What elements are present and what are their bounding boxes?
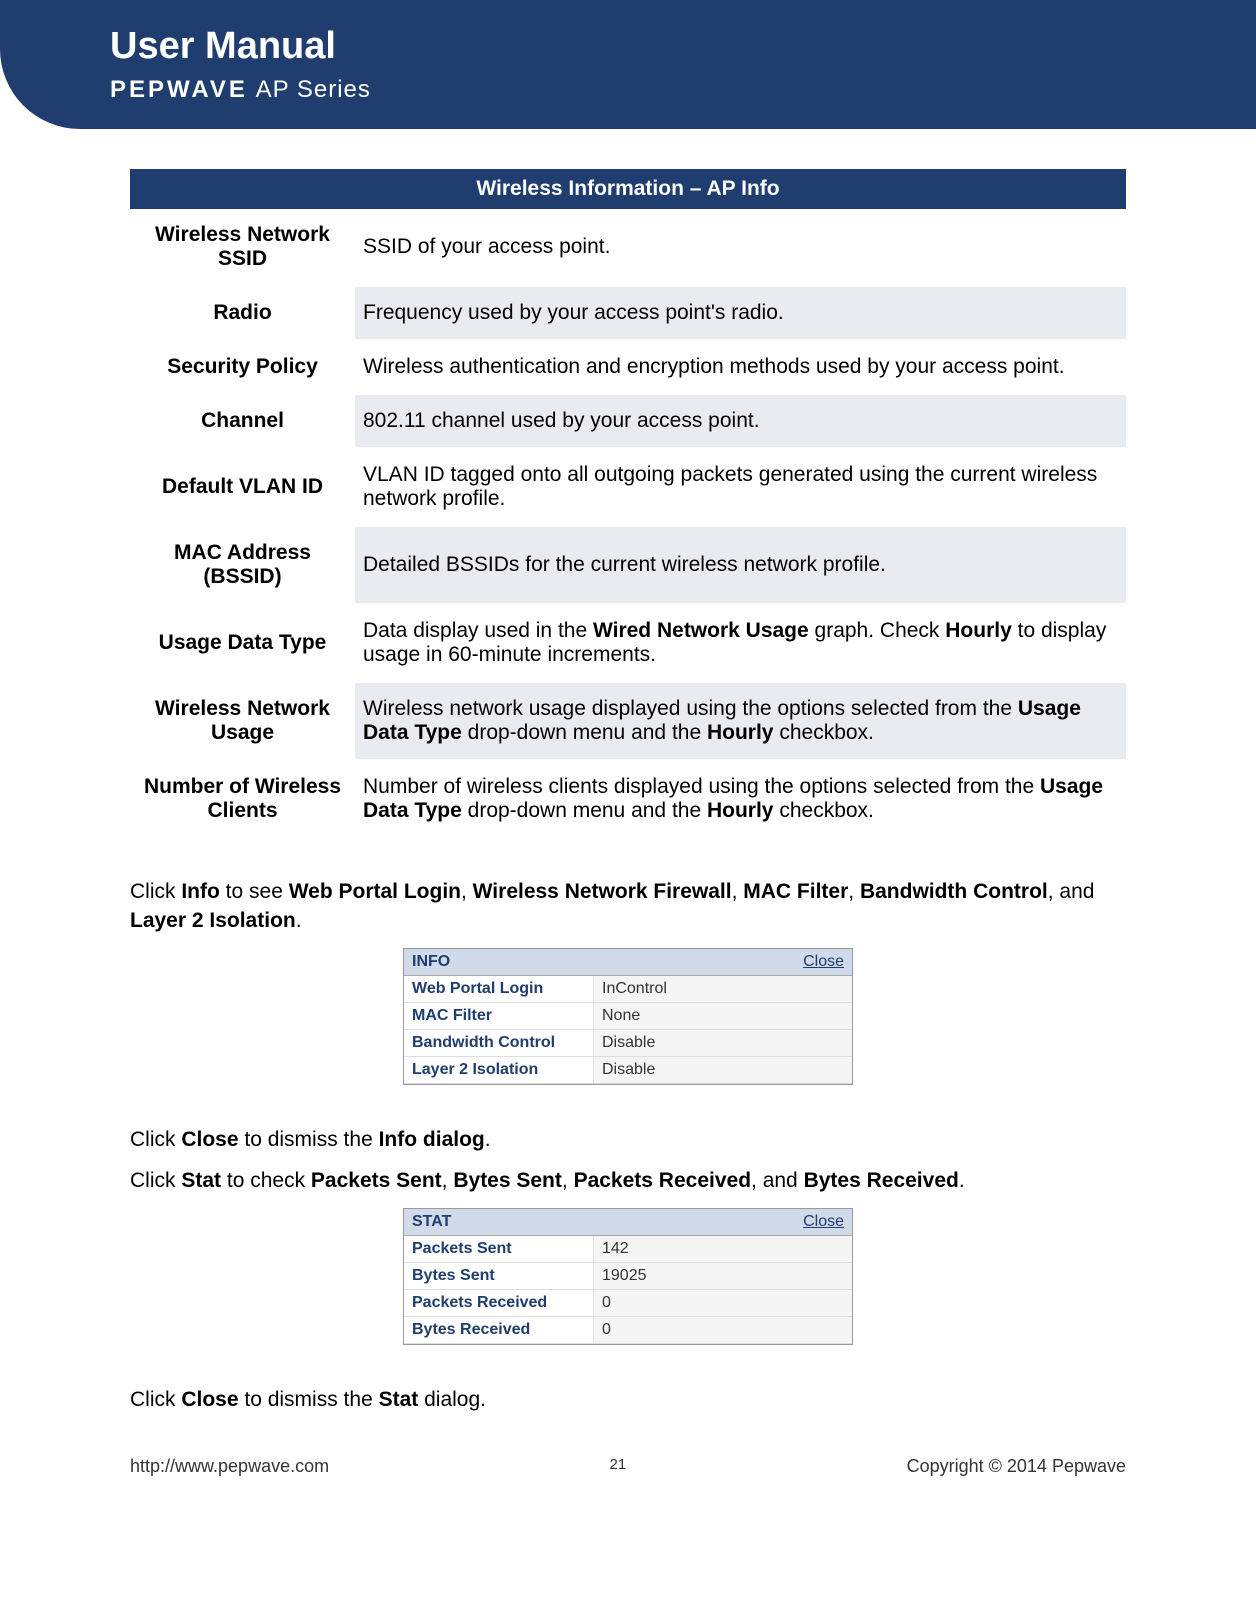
body-paragraph: Click Stat to check Packets Sent, Bytes … [130,1166,1126,1195]
dialog-key: Bytes Received [404,1317,594,1343]
close-link[interactable]: Close [803,953,844,971]
dialog-val: InControl [594,976,852,1002]
body-paragraph: Click Close to dismiss the Info dialog. [130,1125,1126,1154]
row-label: MAC Address (BSSID) [130,527,355,603]
dialog-title: STAT [412,1213,451,1231]
row-label: Channel [130,395,355,447]
row-desc: Data display used in the Wired Network U… [355,605,1126,681]
dialog-val: 142 [594,1236,852,1262]
row-label: Usage Data Type [130,605,355,681]
footer-copyright: Copyright © 2014 Pepwave [907,1456,1126,1477]
dialog-title: INFO [412,953,450,971]
info-dialog: INFO Close Web Portal LoginInControl MAC… [403,948,853,1085]
table-title: Wireless Information – AP Info [130,169,1126,209]
dialog-val: Disable [594,1030,852,1056]
page-number: 21 [610,1456,627,1477]
stat-dialog: STAT Close Packets Sent142 Bytes Sent190… [403,1208,853,1345]
row-label: Default VLAN ID [130,449,355,525]
dialog-key: Bytes Sent [404,1263,594,1289]
dialog-key: Web Portal Login [404,976,594,1002]
row-label: Radio [130,287,355,339]
dialog-val: 0 [594,1290,852,1316]
row-desc: 802.11 channel used by your access point… [355,395,1126,447]
dialog-key: MAC Filter [404,1003,594,1029]
row-label: Security Policy [130,341,355,393]
body-paragraph: Click Close to dismiss the Stat dialog. [130,1385,1126,1414]
row-label: Number of Wireless Clients [130,761,355,837]
dialog-val: None [594,1003,852,1029]
dialog-key: Packets Received [404,1290,594,1316]
row-desc: VLAN ID tagged onto all outgoing packets… [355,449,1126,525]
dialog-key: Layer 2 Isolation [404,1057,594,1083]
row-label: Wireless Network SSID [130,209,355,285]
row-desc: Wireless network usage displayed using t… [355,683,1126,759]
row-desc: Frequency used by your access point's ra… [355,287,1126,339]
footer-url: http://www.pepwave.com [130,1456,329,1477]
doc-title: User Manual [110,25,1221,68]
body-paragraph: Click Info to see Web Portal Login, Wire… [130,877,1126,936]
row-label: Wireless Network Usage [130,683,355,759]
dialog-key: Bandwidth Control [404,1030,594,1056]
page-footer: http://www.pepwave.com 21 Copyright © 20… [0,1426,1256,1537]
page-header: User Manual PEPWAVE AP Series [0,0,1256,129]
row-desc: SSID of your access point. [355,209,1126,285]
close-link[interactable]: Close [803,1213,844,1231]
dialog-val: Disable [594,1057,852,1083]
dialog-key: Packets Sent [404,1236,594,1262]
doc-subtitle: PEPWAVE AP Series [110,76,1221,104]
dialog-val: 19025 [594,1263,852,1289]
dialog-val: 0 [594,1317,852,1343]
row-desc: Wireless authentication and encryption m… [355,341,1126,393]
row-desc: Detailed BSSIDs for the current wireless… [355,527,1126,603]
info-table: Wireless Network SSID SSID of your acces… [130,209,1126,837]
row-desc: Number of wireless clients displayed usi… [355,761,1126,837]
